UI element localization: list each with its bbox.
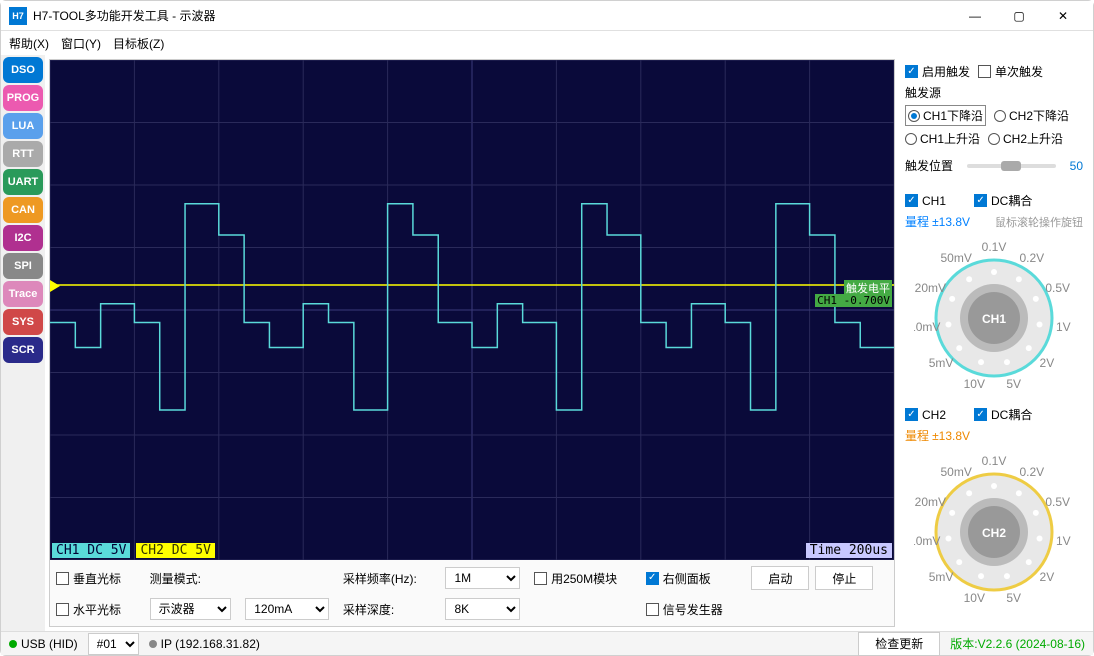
ch1-enable-checkbox[interactable]: CH1 — [905, 194, 946, 208]
svg-text:0.5V: 0.5V — [1045, 281, 1070, 295]
ch1-reading: CH1 -0.700V — [815, 294, 892, 307]
svg-text:50mV: 50mV — [940, 465, 971, 479]
sidebar-trace[interactable]: Trace — [3, 281, 43, 307]
svg-text:50mV: 50mV — [940, 251, 971, 265]
svg-text:0.2V: 0.2V — [1020, 251, 1045, 265]
svg-text:20mV: 20mV — [915, 281, 946, 295]
trigger-ch1-fall-radio[interactable]: CH1下降沿 — [905, 105, 986, 126]
svg-text:0.1V: 0.1V — [982, 240, 1007, 254]
sidebar-can[interactable]: CAN — [3, 197, 43, 223]
sample-depth-select[interactable]: 8K — [445, 598, 520, 620]
titlebar: H7 H7-TOOL多功能开发工具 - 示波器 — ▢ ✕ — [1, 1, 1093, 31]
svg-text:5V: 5V — [1006, 591, 1021, 605]
timebase-label: Time 200us — [806, 543, 892, 558]
svg-text:2V: 2V — [1040, 570, 1055, 584]
sample-freq-select[interactable]: 1M — [445, 567, 520, 589]
svg-text:10V: 10V — [964, 377, 985, 391]
measure-mode-select[interactable]: 示波器 — [150, 598, 232, 620]
ch1-range-label: 量程 ±13.8V — [905, 213, 970, 230]
window-title: H7-TOOL多功能开发工具 - 示波器 — [33, 7, 953, 24]
svg-text:1V: 1V — [1056, 534, 1071, 548]
trigger-position-slider[interactable] — [967, 164, 1056, 168]
trigger-source-label: 触发源 — [905, 84, 1083, 101]
svg-text:10mV: 10mV — [914, 534, 940, 548]
svg-text:10V: 10V — [964, 591, 985, 605]
menu-window[interactable]: 窗口(Y) — [61, 35, 101, 52]
check-update-button[interactable]: 检查更新 — [858, 632, 940, 656]
enable-trigger-checkbox[interactable]: 启用触发 — [905, 63, 970, 80]
version-label: 版本:V2.2.6 (2024-08-16) — [950, 635, 1085, 652]
scope-display[interactable]: 触发电平 CH1 -0.700V CH1 DC 5V CH2 DC 5V Tim… — [50, 60, 894, 560]
stop-button[interactable]: 停止 — [815, 566, 873, 590]
usb-status[interactable]: USB (HID) — [9, 637, 78, 651]
svg-text:0.1V: 0.1V — [982, 454, 1007, 468]
ch1-dc-couple-checkbox[interactable]: DC耦合 — [974, 192, 1032, 209]
menu-target[interactable]: 目标板(Z) — [113, 35, 164, 52]
svg-text:CH2: CH2 — [982, 526, 1006, 540]
close-button[interactable]: ✕ — [1041, 1, 1085, 31]
trigger-ch2-rise-radio[interactable]: CH2上升沿 — [988, 130, 1063, 147]
start-button[interactable]: 启动 — [751, 566, 809, 590]
sidebar-lua[interactable]: LUA — [3, 113, 43, 139]
sidebar-prog[interactable]: PROG — [3, 85, 43, 111]
scroll-hint: 鼠标滚轮操作旋钮 — [995, 214, 1083, 230]
svg-text:0.2V: 0.2V — [1020, 465, 1045, 479]
trigger-ch2-fall-radio[interactable]: CH2下降沿 — [994, 107, 1069, 124]
menubar: 帮助(X) 窗口(Y) 目标板(Z) — [1, 31, 1093, 55]
trigger-position-label: 触发位置 — [905, 157, 953, 174]
ch2-enable-checkbox[interactable]: CH2 — [905, 408, 946, 422]
sidebar-scr[interactable]: SCR — [3, 337, 43, 363]
ch2-scale-label: CH2 DC 5V — [136, 543, 214, 558]
sidebar: DSOPROGLUARTTUARTCANI2CSPITraceSYSSCR — [1, 55, 45, 631]
trigger-position-value: 50 — [1070, 159, 1083, 173]
sidebar-spi[interactable]: SPI — [3, 253, 43, 279]
sample-freq-label: 采样频率(Hz): — [343, 570, 432, 587]
current-range-select[interactable]: 120mA — [245, 598, 329, 620]
sample-depth-label: 采样深度: — [343, 601, 432, 618]
use-250m-checkbox[interactable]: 用250M模块 — [534, 570, 632, 587]
bottom-controls: 垂直光标 测量模式: 采样频率(Hz): 1M 用250M模块 右侧面板 启动 … — [50, 560, 894, 626]
menu-help[interactable]: 帮助(X) — [9, 35, 49, 52]
ch2-range-label: 量程 ±13.8V — [905, 427, 970, 444]
sidebar-i2c[interactable]: I2C — [3, 225, 43, 251]
ip-status[interactable]: IP (192.168.31.82) — [149, 637, 260, 651]
trigger-ch1-rise-radio[interactable]: CH1上升沿 — [905, 130, 980, 147]
single-trigger-checkbox[interactable]: 单次触发 — [978, 63, 1043, 80]
app-icon: H7 — [9, 7, 27, 25]
right-panel-checkbox[interactable]: 右侧面板 — [646, 570, 738, 587]
svg-text:5mV: 5mV — [929, 356, 954, 370]
svg-text:0.5V: 0.5V — [1045, 495, 1070, 509]
svg-text:20mV: 20mV — [915, 495, 946, 509]
sidebar-uart[interactable]: UART — [3, 169, 43, 195]
statusbar: USB (HID) #01 IP (192.168.31.82) 检查更新 版本… — [1, 631, 1093, 655]
sidebar-sys[interactable]: SYS — [3, 309, 43, 335]
svg-text:5V: 5V — [1006, 377, 1021, 391]
sidebar-dso[interactable]: DSO — [3, 57, 43, 83]
svg-text:2V: 2V — [1040, 356, 1055, 370]
right-panel: 启用触发 单次触发 触发源 CH1下降沿 CH2下降沿 CH1上升沿 CH2上升… — [899, 59, 1089, 627]
horizontal-cursor-checkbox[interactable]: 水平光标 — [56, 601, 136, 618]
maximize-button[interactable]: ▢ — [997, 1, 1041, 31]
ch1-range-knob[interactable]: CH1 0.1V 0.2V 0.5V 1V 2V 5V 10V 5mV 10mV 20mV 50mV — [914, 238, 1074, 398]
vertical-cursor-checkbox[interactable]: 垂直光标 — [56, 570, 136, 587]
measure-mode-label: 测量模式: — [150, 570, 232, 587]
minimize-button[interactable]: — — [953, 1, 997, 31]
address-select[interactable]: #01 — [88, 633, 139, 655]
ch1-scale-label: CH1 DC 5V — [52, 543, 130, 558]
signal-generator-checkbox[interactable]: 信号发生器 — [646, 601, 738, 618]
svg-text:1V: 1V — [1056, 320, 1071, 334]
svg-text:5mV: 5mV — [929, 570, 954, 584]
trigger-marker-icon[interactable] — [50, 280, 60, 292]
ch2-dc-couple-checkbox[interactable]: DC耦合 — [974, 406, 1032, 423]
svg-text:10mV: 10mV — [914, 320, 940, 334]
svg-text:CH1: CH1 — [982, 312, 1006, 326]
ch2-range-knob[interactable]: CH2 0.1V 0.2V 0.5V 1V 2V 5V 10V 5mV 10mV 20mV 50mV — [914, 452, 1074, 612]
sidebar-rtt[interactable]: RTT — [3, 141, 43, 167]
